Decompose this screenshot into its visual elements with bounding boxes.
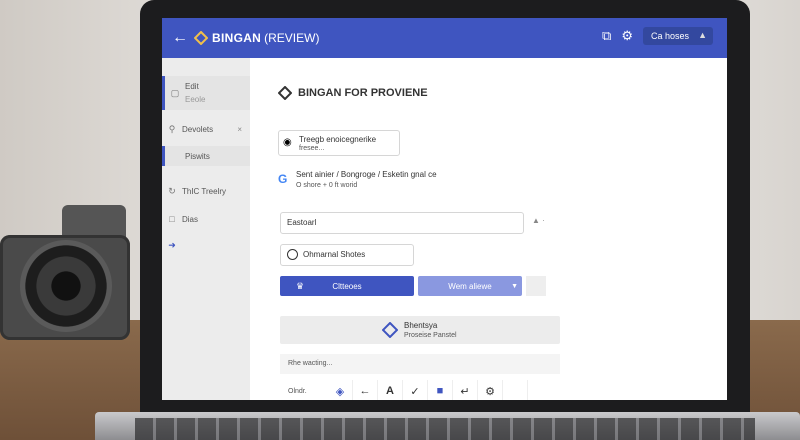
google-icon: G (278, 172, 288, 186)
target-icon[interactable]: ◈ (328, 380, 353, 400)
header-account-button[interactable]: Ca hoses ▲ (642, 27, 713, 45)
sidebar-item-label: Piswits (185, 151, 210, 161)
back-icon[interactable]: ← (353, 380, 378, 400)
camera-icon: ◉ (283, 137, 292, 148)
sidebar-item-dias[interactable]: □ Dias (162, 208, 250, 230)
check-icon[interactable]: ✓ (403, 380, 428, 400)
sidebar-item-label: Edit (185, 82, 199, 91)
back-arrow-icon[interactable]: ← (168, 29, 192, 47)
camera-card[interactable]: ◉ Treegb enoicegnerike fresee... (278, 130, 400, 156)
secondary-button-label: Wem aliewe (448, 281, 492, 291)
radio-circle-icon[interactable] (287, 249, 298, 260)
brand-logo-icon (278, 86, 292, 100)
folder-icon: □ (169, 214, 175, 224)
secondary-button[interactable]: Wem aliewe ▼ (418, 276, 522, 296)
sidebar-item-treelry[interactable]: ↻ ThIC Treelry (162, 180, 250, 202)
gear-icon[interactable]: ⚙ (621, 28, 633, 44)
radio-option[interactable]: Ohmarnal Shotes (280, 244, 414, 266)
radio-label: Ohmarnal Shotes (303, 250, 366, 259)
sidebar-item-piswits[interactable]: Piswits (162, 146, 253, 166)
primary-button-label: Cltteoes (332, 281, 362, 291)
banner-title: Bhentsya (404, 321, 438, 330)
camera-lens (20, 240, 112, 332)
main-panel: BINGAN FOR PROVIENE ◉ Treegb enoicegneri… (250, 58, 727, 400)
sidebar-logout[interactable]: ➜ (162, 234, 250, 256)
header-button-label: Ca hoses (650, 31, 689, 41)
refresh-icon: ↻ (168, 185, 176, 196)
app-title: BINGAN (212, 31, 262, 45)
card-title: Treegb enoicegnerike (299, 135, 377, 144)
sidebar: ▢ Edit Eeole ⚲ Devolets × Piswits ↻ ThIC… (162, 58, 253, 400)
section-label: Rhe wacting... (288, 360, 333, 367)
more-icon[interactable]: ▲ · (532, 216, 545, 225)
sidebar-item-label: Devolets (182, 124, 214, 134)
app-header: ← BINGAN (REVIEW) ⧉ ⚙ Ca hoses ▲ (162, 18, 727, 58)
text-input-value: Eastoarl (287, 218, 317, 227)
format-toolbar: Olndr. ◈ ← A ✓ ■ ↵ ⚙ (278, 379, 558, 400)
card-subtitle: fresee... (299, 145, 325, 152)
edit-icon: ▢ (170, 87, 180, 98)
sidebar-item-label: Dias (182, 214, 199, 224)
brand-logo-icon (382, 322, 398, 338)
app-title-suffix: (REVIEW) (264, 31, 320, 45)
keyboard (135, 418, 755, 440)
return-icon[interactable]: ↵ (453, 380, 478, 400)
sidebar-item-label: ThIC Treelry (182, 186, 227, 196)
sidebar-item-edit[interactable]: ▢ Edit Eeole (162, 76, 253, 110)
brand-logo-icon (194, 31, 208, 45)
toolbar-label: Olndr. (288, 387, 307, 395)
text-input[interactable]: Eastoarl (280, 212, 524, 234)
primary-button[interactable]: ♛ Cltteoes (280, 276, 414, 296)
sidebar-item-devolets[interactable]: ⚲ Devolets × (162, 118, 250, 140)
section-header: Rhe wacting... (280, 354, 560, 374)
chevron-down-icon[interactable]: ▼ (511, 283, 518, 290)
extra-button[interactable] (526, 276, 546, 296)
info-line-1: Sent ainier / Bongroge / Esketin gnal ce (296, 170, 437, 179)
info-block: G Sent ainier / Bongroge / Esketin gnal … (278, 168, 478, 194)
folder-icon[interactable]: ■ (428, 380, 453, 400)
info-line-2: O shore + 0 ft worid (296, 182, 358, 189)
copy-icon[interactable]: ⧉ (602, 28, 611, 44)
search-icon: ⚲ (168, 123, 176, 134)
close-icon[interactable]: × (237, 125, 242, 134)
text-icon[interactable]: A (378, 380, 403, 400)
laptop-screen: ← BINGAN (REVIEW) ⧉ ⚙ Ca hoses ▲ ▢ Edit … (162, 18, 727, 400)
header-actions: ⧉ ⚙ Ca hoses ▲ (602, 27, 713, 45)
page-title: BINGAN FOR PROVIENE (298, 87, 428, 99)
warning-icon: ▲ (698, 30, 707, 40)
sidebar-item-sublabel: Eeole (185, 95, 206, 104)
banner-subtitle: Proseise Panstel (404, 332, 457, 339)
page-title-row: BINGAN FOR PROVIENE (278, 86, 428, 100)
banner: Bhentsya Proseise Panstel (280, 316, 560, 344)
crown-icon: ♛ (296, 280, 305, 291)
logout-icon: ➜ (168, 239, 176, 250)
empty-tool[interactable] (503, 380, 528, 400)
camera-prop (0, 205, 135, 345)
laptop-base (95, 412, 800, 440)
gear-icon[interactable]: ⚙ (478, 380, 503, 400)
